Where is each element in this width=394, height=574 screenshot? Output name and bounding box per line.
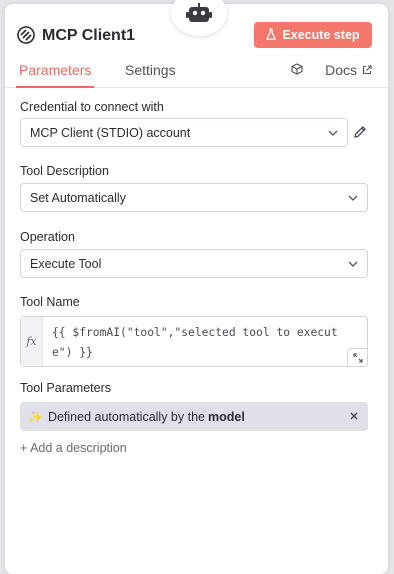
node-title[interactable]: MCP Client1 [42,27,135,45]
operation-select[interactable]: Execute Tool [20,249,368,278]
docs-area: Docs [291,62,372,78]
docs-link[interactable]: Docs [325,62,357,78]
chevron-down-icon [347,258,359,273]
node-icon [17,26,35,44]
close-icon[interactable] [349,410,359,424]
flask-icon [266,27,277,43]
chevron-down-icon [347,192,359,207]
operation-value: Execute Tool [30,256,102,271]
tool-name-label: Tool Name [20,295,80,309]
add-description-link[interactable]: + Add a description [20,441,127,455]
sparkle-icon: ✨ [28,409,43,424]
auto-defined-pill: ✨ Defined automatically by the model [20,402,368,431]
tool-description-select[interactable]: Set Automatically [20,183,368,212]
auto-defined-bold: model [207,409,245,424]
credential-value: MCP Client (STDIO) account [30,125,191,140]
tool-description-value: Set Automatically [30,190,126,205]
expand-icon[interactable] [347,348,368,367]
execute-step-button[interactable]: Execute step [254,22,372,48]
tool-description-label: Tool Description [20,164,109,178]
tool-name-expression[interactable]: {{ $fromAI("tool","selected tool to exec… [52,323,356,363]
operation-label: Operation [20,230,75,244]
tool-name-expression-input[interactable]: fx {{ $fromAI("tool","selected tool to e… [20,316,368,367]
tab-parameters[interactable]: Parameters [16,62,95,88]
node-settings-panel: MCP Client1 Execute step Parameters Sett… [5,0,388,574]
credential-select[interactable]: MCP Client (STDIO) account [20,118,348,147]
external-link-icon[interactable] [362,62,372,78]
cube-icon[interactable] [291,62,303,78]
fx-icon: fx [21,317,43,366]
tab-settings[interactable]: Settings [125,62,176,88]
execute-step-label: Execute step [282,28,360,42]
pencil-icon[interactable] [353,125,367,144]
panel-tabs: Parameters Settings Docs [5,60,388,88]
panel-header: MCP Client1 Execute step [5,4,388,60]
chevron-down-icon [327,127,339,142]
credential-label: Credential to connect with [20,100,164,114]
tool-parameters-label: Tool Parameters [20,381,112,395]
auto-defined-text: Defined automatically by the [47,409,205,424]
